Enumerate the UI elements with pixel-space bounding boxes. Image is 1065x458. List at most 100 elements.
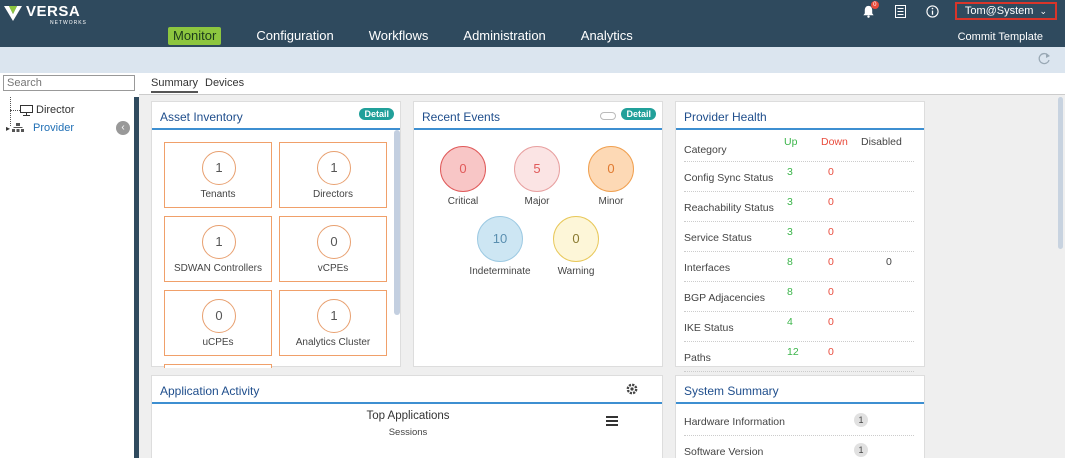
provider-health-row[interactable]: IKE Status 4 0 [684,312,914,342]
asset-label: SDWAN Controllers [174,263,262,274]
toggle-icon[interactable] [600,112,616,120]
row-label: Software Version [684,446,764,458]
chevron-down-icon: ⌄ [1039,5,1047,16]
versa-logo[interactable]: VERSA NETWORKS [4,4,87,26]
search-input[interactable] [3,75,135,91]
cell-down: 0 [828,256,834,268]
nav-analytics[interactable]: Analytics [581,27,633,45]
tasks-button[interactable] [891,3,911,19]
cell-up: 8 [787,286,793,298]
tab-summary[interactable]: Summary [151,77,199,93]
asset-count: 1 [317,151,351,185]
system-summary-row[interactable]: Software Version 1 [684,436,914,458]
nav-administration[interactable]: Administration [463,27,545,45]
asset-count: 1 [202,151,236,185]
provider-icon [12,123,25,132]
logo-text: VERSA [26,3,81,20]
asset-label: Analytics Cluster [295,337,371,348]
cell-category: Reachability Status [684,202,774,214]
provider-health-row[interactable]: Interfaces 8 0 0 [684,252,914,282]
asset-tile-directors[interactable]: 1 Directors [279,142,387,208]
cell-up: 8 [787,256,793,268]
event-minor-circle[interactable]: 0 [588,146,634,192]
asset-label: Tenants [200,189,236,200]
event-warning-circle[interactable]: 0 [553,216,599,262]
cell-down: 0 [828,196,834,208]
notification-badge: 0 [870,1,879,9]
provider-health-row[interactable]: Service Status 3 0 [684,222,914,252]
nav-configuration[interactable]: Configuration [256,27,333,45]
card-title: System Summary [684,384,779,398]
header-down: Down [821,136,848,148]
commit-template-link[interactable]: Commit Template [958,31,1043,43]
refresh-icon[interactable] [1037,52,1051,66]
logo-subtext: NETWORKS [50,20,87,26]
top-bar: VERSA NETWORKS 0 Tom@System ⌄ Monitor Co… [0,0,1065,47]
tree-item-provider[interactable]: ▸ Provider [6,122,74,134]
row-count-badge: 1 [854,413,868,427]
tree-item-director[interactable]: Director [20,104,75,116]
card-title: Recent Events [422,110,501,124]
cell-down: 0 [828,286,834,298]
info-button[interactable] [923,3,943,19]
event-indeterminate-circle[interactable]: 10 [477,216,523,262]
expand-icon[interactable]: ▸ [6,124,10,133]
cell-category: Paths [684,352,711,364]
asset-tile-sdwan-controllers[interactable]: 1 SDWAN Controllers [164,216,272,282]
cell-disabled: 0 [886,256,892,268]
info-icon [926,4,939,18]
detail-button[interactable]: Detail [621,108,656,120]
recent-events-card: Recent Events Detail 0 Critical 5 Major 0 Min… [413,101,663,367]
asset-count: 1 [317,299,351,333]
cell-category: Config Sync Status [684,172,774,184]
event-critical-circle[interactable]: 0 [440,146,486,192]
application-activity-card: Application Activity Top Applications Se… [151,375,663,458]
tab-devices[interactable]: Devices [205,77,244,89]
cell-down: 0 [828,316,834,328]
asset-count: 0 [317,225,351,259]
cell-up: 3 [787,226,793,238]
user-menu[interactable]: Tom@System ⌄ [954,2,1057,20]
event-label: Indeterminate [469,266,531,277]
provider-health-row[interactable]: Reachability Status 3 0 [684,192,914,222]
asset-tile-analytics-cluster[interactable]: 1 Analytics Cluster [279,290,387,356]
cell-up: 4 [787,316,793,328]
asset-label: Directors [312,189,353,200]
user-name: Tom@System [964,5,1034,17]
tree-item-label: Provider [33,122,74,134]
event-label: Major [524,196,550,207]
provider-health-row[interactable]: BGP Adjacencies 8 0 [684,282,914,312]
chart-subtitle: Sessions [388,427,428,438]
page-scrollbar-thumb[interactable] [1058,97,1063,249]
event-label: Critical [447,196,479,207]
cell-category: Interfaces [684,262,731,274]
header-category: Category [684,144,727,156]
notifications-bell[interactable]: 0 [859,1,879,19]
asset-inventory-card: Asset Inventory Detail 1 Tenants 1 Direc… [151,101,401,368]
asset-tile-tenants[interactable]: 1 Tenants [164,142,272,208]
left-panel: Director ▸ Provider ‹ [0,73,139,458]
row-count-badge: 1 [854,443,868,457]
cell-up: 12 [787,346,799,358]
provider-health-row[interactable]: Paths 12 0 [684,342,914,372]
card-title: Asset Inventory [160,110,243,124]
cell-category: IKE Status [684,322,734,334]
gear-icon[interactable] [625,382,639,399]
versa-logo-icon [4,6,22,21]
asset-tile-partial [164,364,272,368]
scrollbar-thumb[interactable] [394,130,400,315]
cell-up: 3 [787,166,793,178]
event-major-circle[interactable]: 5 [514,146,560,192]
collapse-panel-button[interactable]: ‹ [116,121,130,135]
provider-health-row[interactable]: Config Sync Status 3 0 [684,162,914,192]
tree-item-label: Director [36,104,75,116]
nav-workflows[interactable]: Workflows [369,27,429,45]
provider-health-header: Category Up Down Disabled [684,132,914,162]
chart-menu-icon[interactable] [606,416,618,428]
detail-button[interactable]: Detail [359,108,394,120]
asset-tile-vcpes[interactable]: 0 vCPEs [279,216,387,282]
main-nav: Monitor Configuration Workflows Administ… [168,27,668,45]
asset-tile-ucpes[interactable]: 0 uCPEs [164,290,272,356]
nav-monitor[interactable]: Monitor [168,27,222,45]
system-summary-row[interactable]: Hardware Information 1 [684,406,914,436]
